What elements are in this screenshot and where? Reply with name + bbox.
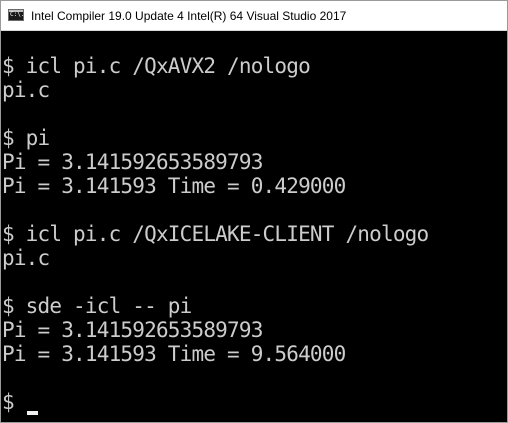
console-line: Pi = 3.141592653589793 bbox=[2, 150, 263, 174]
window-title: Intel Compiler 19.0 Update 4 Intel(R) 64… bbox=[31, 9, 347, 23]
console-line: $ pi bbox=[2, 126, 50, 150]
text-cursor bbox=[27, 411, 38, 415]
console-line: pi.c bbox=[2, 78, 50, 102]
title-bar[interactable]: C:\. Intel Compiler 19.0 Update 4 Intel(… bbox=[1, 1, 507, 31]
icon-glyph: C:\. bbox=[10, 11, 25, 18]
console-line: $ sde -icl -- pi bbox=[2, 294, 192, 318]
console-line: Pi = 3.141593 Time = 9.564000 bbox=[2, 342, 346, 366]
console-line: Pi = 3.141592653589793 bbox=[2, 318, 263, 342]
console-window: C:\. Intel Compiler 19.0 Update 4 Intel(… bbox=[0, 0, 508, 423]
prompt-line: $ bbox=[2, 390, 26, 414]
console-line: Pi = 3.141593 Time = 0.429000 bbox=[2, 174, 346, 198]
console-line: $ icl pi.c /QxICELAKE-CLIENT /nologo bbox=[2, 222, 429, 246]
console-output[interactable]: $ icl pi.c /QxAVX2 /nologo pi.c $ pi Pi … bbox=[1, 31, 507, 422]
console-app-icon[interactable]: C:\. bbox=[8, 9, 24, 21]
console-line: pi.c bbox=[2, 246, 50, 270]
console-line: $ icl pi.c /QxAVX2 /nologo bbox=[2, 54, 311, 78]
